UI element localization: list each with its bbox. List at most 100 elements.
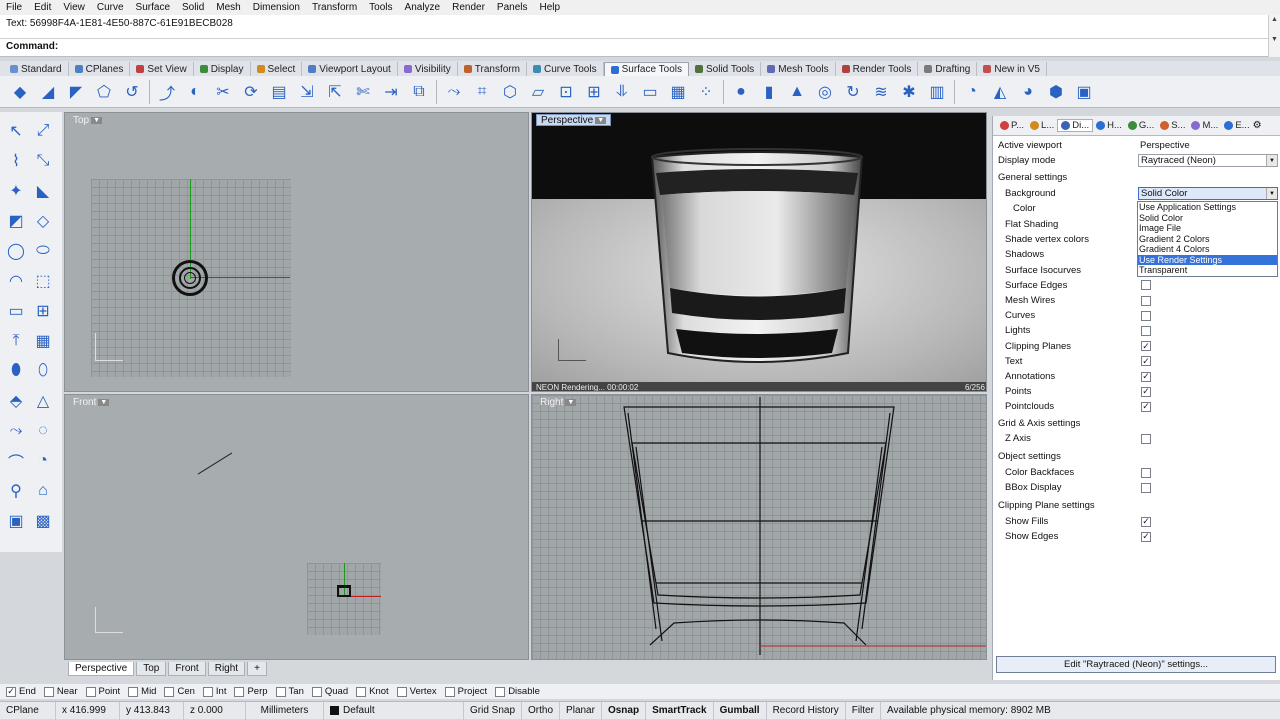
untrim-icon[interactable]: ⇱ xyxy=(321,79,349,105)
panel-tab-5[interactable]: S... xyxy=(1157,120,1188,131)
viewport-label-top[interactable]: Top ▼ xyxy=(69,114,106,126)
fit-icon[interactable]: ⊡ xyxy=(552,79,580,105)
arc-icon[interactable]: ◣ xyxy=(30,178,56,204)
text-icon[interactable]: ◔ xyxy=(30,448,56,474)
circle-icon[interactable]: ◯ xyxy=(3,238,29,264)
offset-curve-icon[interactable]: ⬚ xyxy=(30,268,56,294)
viewport-right[interactable]: Right ▼ xyxy=(531,394,987,660)
points-icon[interactable]: ⁘ xyxy=(692,79,720,105)
layer-status[interactable]: Default xyxy=(324,701,464,720)
menu-item-transform[interactable]: Transform xyxy=(306,2,363,13)
tab-drafting[interactable]: Drafting xyxy=(918,62,978,76)
osnap-point-checkbox[interactable] xyxy=(85,686,96,697)
viewport-menu-arrow[interactable]: ▼ xyxy=(91,116,103,124)
viewport-label-front[interactable]: Front ▼ xyxy=(69,396,113,408)
chamfer-icon[interactable]: ⬠ xyxy=(90,79,118,105)
osnap-project[interactable]: Project xyxy=(444,686,487,697)
osnap-mid[interactable]: Mid xyxy=(128,686,156,697)
osnap-cen-checkbox[interactable] xyxy=(164,686,175,697)
curve-icon[interactable]: ⤡ xyxy=(30,148,56,174)
tab-mesh-tools[interactable]: Mesh Tools xyxy=(761,62,836,76)
tab-surface-tools[interactable]: Surface Tools xyxy=(603,62,689,76)
command-scrollbar[interactable]: ▲ ▼ xyxy=(1268,15,1280,57)
dimension-icon[interactable]: ⌒ xyxy=(3,448,29,474)
cone-icon[interactable]: ▲ xyxy=(783,79,811,105)
tab-solid-tools[interactable]: Solid Tools xyxy=(689,62,762,76)
menu-item-surface[interactable]: Surface xyxy=(130,2,176,13)
viewport-label-right[interactable]: Right ▼ xyxy=(536,396,580,408)
trim-icon[interactable]: ✄ xyxy=(349,79,377,105)
ellipse-icon[interactable]: ⬭ xyxy=(30,238,56,264)
gumball-toggle[interactable]: Gumball xyxy=(714,701,767,720)
osnap-quad[interactable]: Quad xyxy=(311,686,348,697)
surface-edges-checkbox[interactable] xyxy=(1141,280,1151,291)
display-mode-select[interactable]: Raytraced (Neon) ▼ xyxy=(1138,154,1278,167)
osnap-tan[interactable]: Tan xyxy=(275,686,304,697)
cone-solid-icon[interactable]: △ xyxy=(30,388,56,414)
polygon-icon[interactable]: ◇ xyxy=(30,208,56,234)
viewport-menu-arrow[interactable]: ▼ xyxy=(565,398,577,406)
osnap-disable-checkbox[interactable] xyxy=(495,686,506,697)
z-axis-checkbox[interactable] xyxy=(1141,433,1151,444)
menu-item-render[interactable]: Render xyxy=(446,2,491,13)
viewport-perspective[interactable]: NEON Rendering... 00:00:02 6/256 Perspec… xyxy=(531,112,987,392)
background-option-use-render-settings[interactable]: Use Render Settings xyxy=(1138,254,1277,265)
text-checkbox[interactable]: ✓ xyxy=(1141,356,1151,367)
osnap-cen[interactable]: Cen xyxy=(164,686,195,697)
fillet-curve-icon[interactable]: ◠ xyxy=(3,268,29,294)
plane-icon[interactable]: ▭ xyxy=(636,79,664,105)
patch-icon[interactable]: ⬡ xyxy=(496,79,524,105)
menu-item-panels[interactable]: Panels xyxy=(491,2,534,13)
menu-item-tools[interactable]: Tools xyxy=(363,2,398,13)
rail-icon[interactable]: ≋ xyxy=(867,79,895,105)
curvature-icon[interactable]: ◔ xyxy=(958,79,986,105)
background-option-image-file[interactable]: Image File xyxy=(1138,223,1277,234)
panel-tab-3[interactable]: H... xyxy=(1093,120,1125,131)
array-icon[interactable]: ▣ xyxy=(3,508,29,534)
box-edit-icon[interactable]: ▣ xyxy=(1070,79,1098,105)
tab-viewport-layout[interactable]: Viewport Layout xyxy=(302,62,398,76)
osnap-point[interactable]: Point xyxy=(85,686,120,697)
cylinder-solid-icon[interactable]: ⬯ xyxy=(30,358,56,384)
background-option-solid-color[interactable]: Solid Color xyxy=(1138,213,1277,224)
tab-cplanes[interactable]: CPlanes xyxy=(69,62,131,76)
osnap-end-checkbox[interactable]: ✓ xyxy=(6,686,16,697)
draft-icon[interactable]: ◭ xyxy=(986,79,1014,105)
osnap-quad-checkbox[interactable] xyxy=(311,686,322,697)
osnap-vertex[interactable]: Vertex xyxy=(396,686,437,697)
viewport-tab-top[interactable]: Top xyxy=(136,662,167,676)
emap-icon[interactable]: ⬢ xyxy=(1042,79,1070,105)
tab-set-view[interactable]: Set View xyxy=(130,62,194,76)
extrude-curve-icon[interactable]: ⤒ xyxy=(3,328,29,354)
color-backfaces-checkbox[interactable] xyxy=(1141,467,1151,478)
environment-icon[interactable]: ◕ xyxy=(1014,79,1042,105)
menu-item-dimension[interactable]: Dimension xyxy=(247,2,306,13)
torus-icon[interactable]: ◎ xyxy=(811,79,839,105)
match-icon[interactable]: ⤴ xyxy=(153,79,181,105)
ortho-toggle[interactable]: Ortho xyxy=(522,701,561,720)
osnap-near[interactable]: Near xyxy=(43,686,78,697)
viewport-tab-front[interactable]: Front xyxy=(168,662,206,676)
menu-item-curve[interactable]: Curve xyxy=(91,2,130,13)
point-icon[interactable]: ⤢ xyxy=(30,118,56,144)
tab-visibility[interactable]: Visibility xyxy=(398,62,458,76)
tab-select[interactable]: Select xyxy=(251,62,303,76)
cplane-status[interactable]: CPlane xyxy=(0,701,56,720)
viewport-front[interactable]: Front ▼ xyxy=(64,394,529,660)
menu-item-edit[interactable]: Edit xyxy=(28,2,57,13)
record-history-toggle[interactable]: Record History xyxy=(767,701,846,720)
osnap-knot-checkbox[interactable] xyxy=(356,686,367,697)
osnap-near-checkbox[interactable] xyxy=(43,686,54,697)
annotations-checkbox[interactable]: ✓ xyxy=(1141,371,1151,382)
sweep-solid-icon[interactable]: ⬘ xyxy=(3,388,29,414)
osnap-project-checkbox[interactable] xyxy=(444,686,455,697)
rectangle-icon[interactable]: ◩ xyxy=(3,208,29,234)
light-icon[interactable]: ⚲ xyxy=(3,478,29,504)
gear-icon[interactable]: ⚙ xyxy=(1253,120,1262,131)
background-option-gradient-2-colors[interactable]: Gradient 2 Colors xyxy=(1138,234,1277,245)
panel-tab-1[interactable]: L... xyxy=(1027,120,1057,131)
osnap-toggle[interactable]: Osnap xyxy=(602,701,647,720)
edge-icon[interactable]: ▱ xyxy=(524,79,552,105)
merge-icon[interactable]: ◐ xyxy=(181,79,209,105)
tab-render-tools[interactable]: Render Tools xyxy=(836,62,919,76)
